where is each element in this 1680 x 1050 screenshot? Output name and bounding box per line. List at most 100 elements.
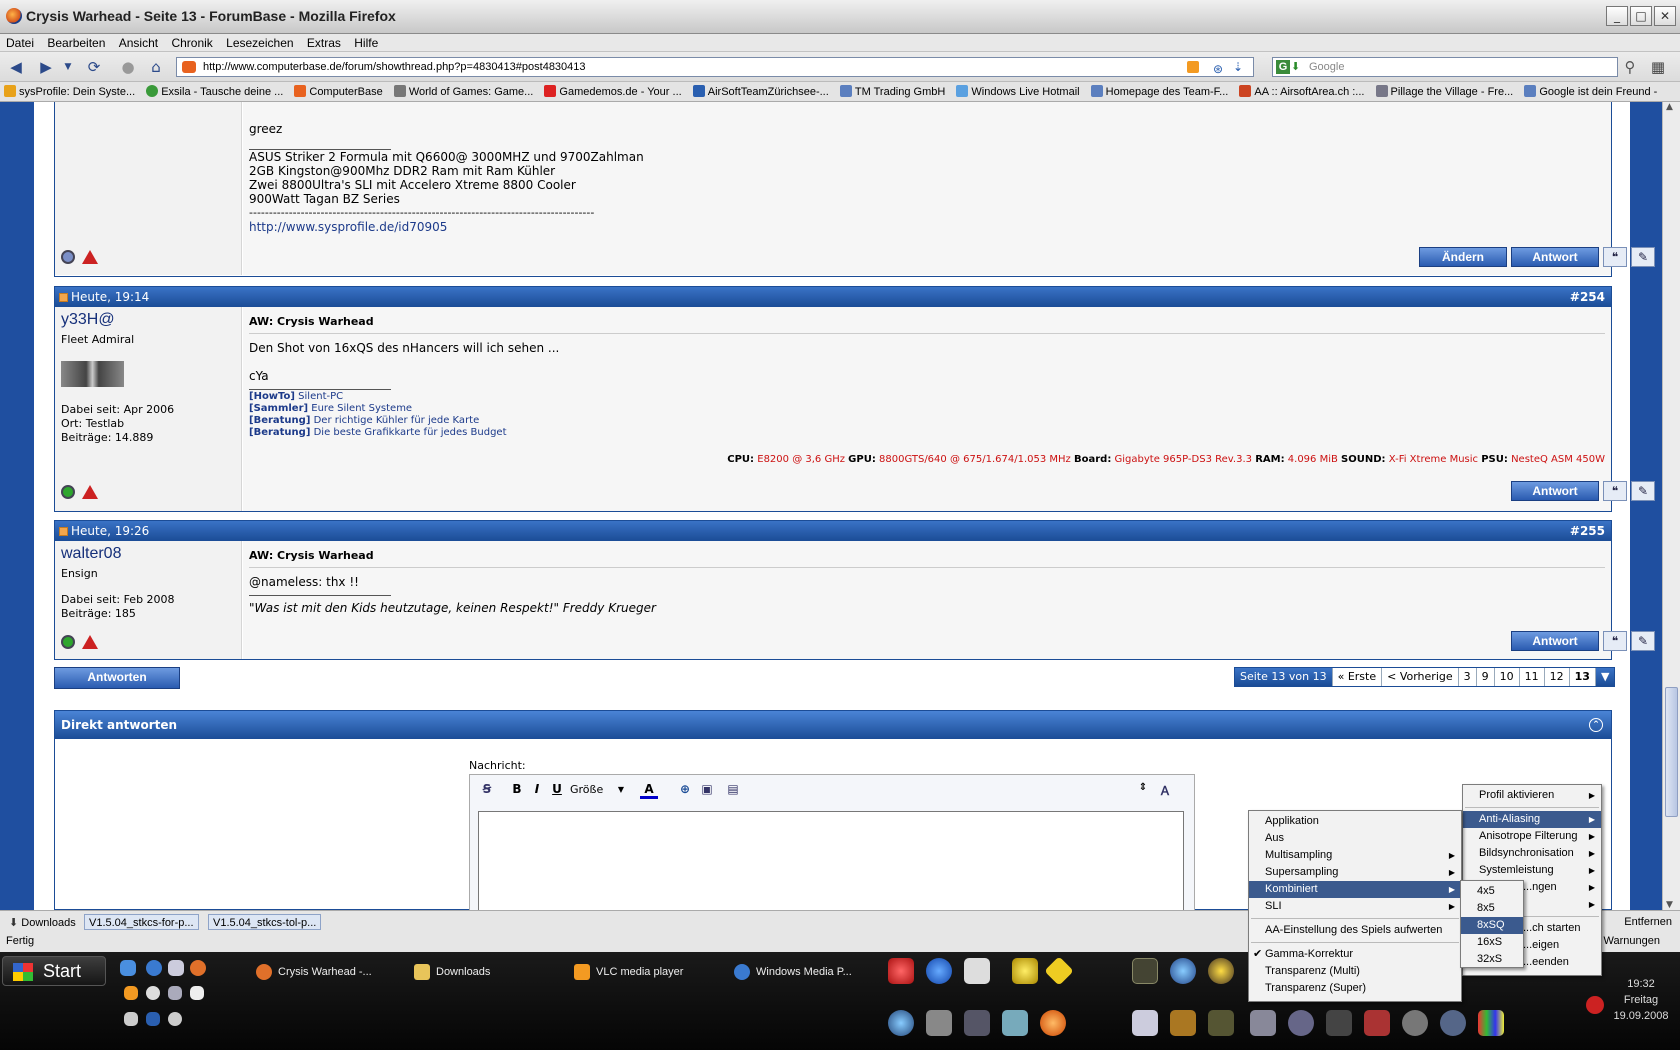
menu-item-transparency-super[interactable]: Transparenz (Super) xyxy=(1249,980,1461,997)
task-wmp[interactable]: Windows Media P... xyxy=(730,960,852,984)
app-icon[interactable] xyxy=(1208,958,1234,984)
underline-button[interactable]: U xyxy=(548,782,566,796)
menu-item-combined[interactable]: Kombiniert ▶ xyxy=(1249,881,1461,898)
collapse-icon[interactable]: ⌃ xyxy=(1589,718,1603,732)
app-icon[interactable] xyxy=(168,986,182,1000)
start-button[interactable]: Start xyxy=(2,956,106,986)
app-icon[interactable] xyxy=(124,1012,138,1026)
pdf-icon[interactable] xyxy=(190,986,204,1000)
player-icon[interactable] xyxy=(926,958,952,984)
menu-ansicht[interactable]: Ansicht xyxy=(119,34,158,52)
signature-line[interactable]: [Beratung] Der richtige Kühler für jede … xyxy=(249,415,479,427)
menu-chronik[interactable]: Chronik xyxy=(171,34,212,52)
bookmark-item[interactable]: Pillage the Village - Fre... xyxy=(1375,82,1513,101)
page-link[interactable]: 12 xyxy=(1545,668,1570,686)
task-downloads[interactable]: Downloads xyxy=(410,960,490,984)
bookmark-item[interactable]: AA :: AirsoftArea.ch :... xyxy=(1239,82,1364,101)
edit-button[interactable]: Ändern xyxy=(1419,247,1507,267)
username[interactable]: y33H@ xyxy=(61,311,115,329)
app-icon[interactable] xyxy=(1002,1010,1028,1036)
tray-alert-icon[interactable] xyxy=(1586,996,1604,1014)
menu-item-32xs[interactable]: 32xS xyxy=(1461,951,1523,968)
desktop-icon[interactable] xyxy=(120,960,136,976)
maximize-button[interactable]: □ xyxy=(1630,6,1652,26)
firefox-icon[interactable] xyxy=(1040,1010,1066,1036)
system-clock[interactable]: 19:32 Freitag 19.09.2008 xyxy=(1606,976,1676,1024)
task-vlc[interactable]: VLC media player xyxy=(570,960,683,984)
close-button[interactable]: ✕ xyxy=(1654,6,1676,26)
page-link[interactable]: 9 xyxy=(1477,668,1495,686)
bold-button[interactable]: B xyxy=(508,782,526,796)
reload-icon[interactable]: ⟳ xyxy=(84,58,104,76)
app-icon[interactable] xyxy=(1326,1010,1352,1036)
search-input[interactable]: G ⬇ Google xyxy=(1272,57,1618,77)
bookmark-item[interactable]: Exsila - Tausche deine ... xyxy=(146,82,283,101)
page-scrollbar[interactable]: ▲ ▼ xyxy=(1662,102,1680,910)
menu-lesezeichen[interactable]: Lesezeichen xyxy=(226,34,293,52)
insert-link-icon[interactable]: ⊕ xyxy=(676,782,694,796)
scroll-up-icon[interactable]: ▲ xyxy=(1666,102,1673,112)
battlefield-icon[interactable] xyxy=(1364,1010,1390,1036)
italic-button[interactable]: I xyxy=(528,782,546,796)
url-input[interactable]: http://www.computerbase.de/forum/showthr… xyxy=(176,57,1254,77)
menu-item-performance[interactable]: Systemleistung ▶ xyxy=(1463,862,1601,879)
window-icon[interactable] xyxy=(168,960,184,976)
remove-format-icon[interactable]: Ꞩ xyxy=(478,782,496,796)
network-icon[interactable] xyxy=(888,1010,914,1036)
report-post-icon[interactable] xyxy=(82,485,98,499)
firefox-icon[interactable] xyxy=(190,960,206,976)
size-select[interactable]: Größe ▼ xyxy=(570,782,626,800)
app-icon[interactable] xyxy=(1012,958,1038,984)
quote-icon[interactable]: ❝ xyxy=(1603,247,1627,267)
headset-icon[interactable] xyxy=(964,1010,990,1036)
app-icon[interactable] xyxy=(964,958,990,984)
post-number[interactable]: #255 xyxy=(1570,521,1605,541)
scroll-down-icon[interactable]: ▼ xyxy=(1666,900,1673,910)
history-dropdown-icon[interactable]: ▼ xyxy=(62,58,74,76)
message-textarea[interactable] xyxy=(478,811,1184,921)
signature-line[interactable]: [HowTo] Silent-PC xyxy=(249,391,343,403)
app-icon[interactable] xyxy=(1044,956,1074,986)
menu-item-16xs[interactable]: 16xS xyxy=(1461,934,1523,951)
resize-icon[interactable]: ⇕ xyxy=(1134,782,1152,793)
menu-item-profile[interactable]: Profil aktivieren ▶ xyxy=(1463,787,1601,804)
vlc-icon[interactable] xyxy=(124,986,138,1000)
reply-button[interactable]: Antwort xyxy=(1511,631,1599,651)
menu-item-8xsq[interactable]: 8xSQ xyxy=(1461,917,1523,934)
new-reply-button[interactable]: Antworten xyxy=(54,667,180,689)
signature-link[interactable]: http://www.sysprofile.de/id70905 xyxy=(249,220,447,234)
page-prev-link[interactable]: < Vorherige xyxy=(1382,668,1459,686)
signature-line[interactable]: [Beratung] Die beste Grafikkarte für jed… xyxy=(249,427,506,439)
download-item[interactable]: V1.5.04_stkcs-for-p... xyxy=(84,914,199,930)
page-link[interactable]: 10 xyxy=(1495,668,1520,686)
bookmark-item[interactable]: sysProfile: Dein Syste... xyxy=(4,82,135,101)
multiquote-icon[interactable]: ✎ xyxy=(1631,631,1655,651)
media-icon[interactable] xyxy=(146,986,160,1000)
back-icon[interactable]: ◀ xyxy=(6,58,26,76)
menu-item-4x5[interactable]: 4x5 xyxy=(1461,883,1523,900)
insert-quote-icon[interactable]: ▤ xyxy=(724,782,742,796)
search-go-icon[interactable]: ⚲ xyxy=(1620,58,1640,76)
page-first-link[interactable]: « Erste xyxy=(1333,668,1383,686)
page-link[interactable]: 3 xyxy=(1459,668,1477,686)
sidebar-toggle-icon[interactable]: ▦ xyxy=(1648,58,1668,76)
remove-link[interactable]: Entfernen xyxy=(1624,916,1672,928)
bookmark-item[interactable]: TM Trading GmbH xyxy=(839,82,945,101)
app-icon[interactable] xyxy=(1250,1010,1276,1036)
report-post-icon[interactable] xyxy=(82,250,98,264)
menu-item-transparency-multi[interactable]: Transparenz (Multi) xyxy=(1249,963,1461,980)
app-icon[interactable] xyxy=(926,1010,952,1036)
game-icon[interactable] xyxy=(1132,958,1158,984)
bookmark-item[interactable]: Homepage des Team-F... xyxy=(1090,82,1228,101)
switch-editor-icon[interactable]: Ａ xyxy=(1156,782,1174,799)
menu-hilfe[interactable]: Hilfe xyxy=(354,34,378,52)
downloads-label[interactable]: ⬇ Downloads xyxy=(4,914,81,930)
post-number[interactable]: #254 xyxy=(1570,287,1605,307)
multiquote-icon[interactable]: ✎ xyxy=(1631,481,1655,501)
addon-icon[interactable]: ⊛ xyxy=(1213,60,1223,78)
app-icon[interactable] xyxy=(146,1012,160,1026)
font-color-button[interactable]: A xyxy=(640,782,658,799)
menu-item-sli[interactable]: SLI ▶ xyxy=(1249,898,1461,915)
download-item[interactable]: V1.5.04_stkcs-tol-p... xyxy=(208,914,322,930)
page-jump-icon[interactable]: ▼ xyxy=(1595,668,1615,686)
